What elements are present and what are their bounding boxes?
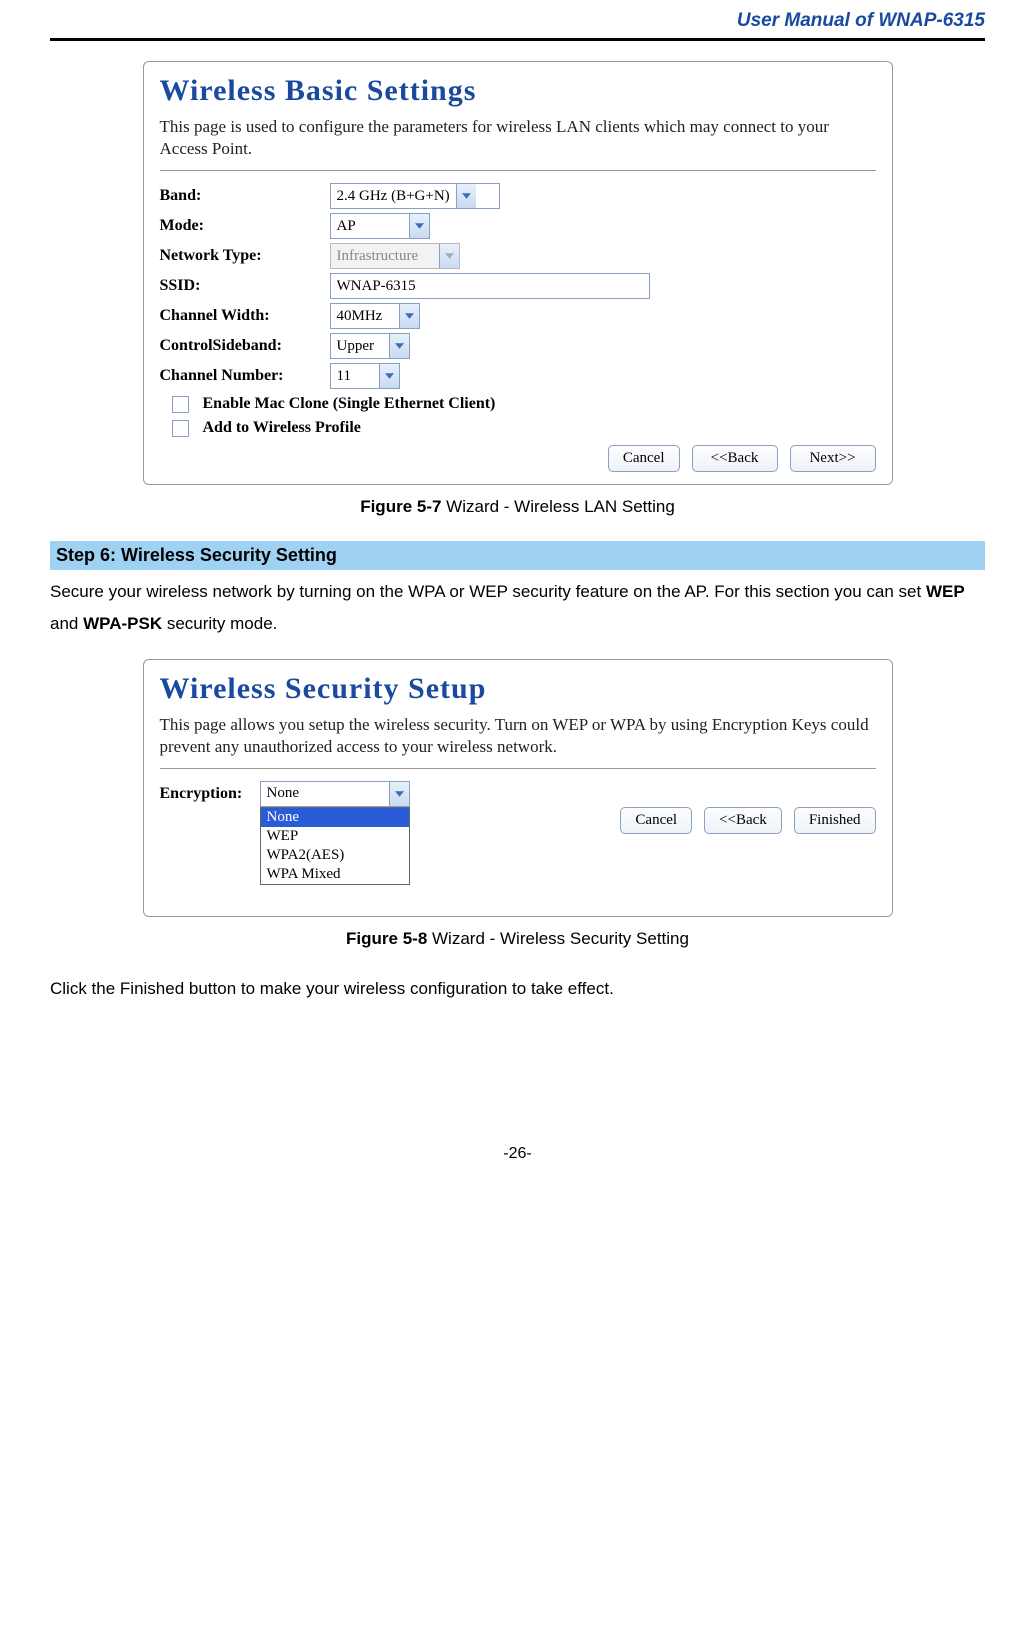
wireless-basic-settings-panel: Wireless Basic Settings This page is use… <box>143 61 893 485</box>
figure-5-8-caption: Figure 5-8 Wizard - Wireless Security Se… <box>50 929 985 949</box>
panel-description: This page allows you setup the wireless … <box>160 714 876 758</box>
t: WPA-PSK <box>83 614 162 633</box>
separator <box>160 768 876 769</box>
cancel-button[interactable]: Cancel <box>608 445 680 472</box>
chevron-down-icon <box>439 244 459 268</box>
ssid-label: SSID: <box>160 277 330 295</box>
encryption-option-wpamixed[interactable]: WPA Mixed <box>261 865 409 884</box>
caption-text: Wizard - Wireless LAN Setting <box>441 497 674 516</box>
mode-row: Mode: AP <box>160 213 876 239</box>
page-header: User Manual of WNAP-6315 <box>50 0 985 41</box>
band-select[interactable]: 2.4 GHz (B+G+N) <box>330 183 500 209</box>
mode-select[interactable]: AP <box>330 213 430 239</box>
t: and <box>50 614 83 633</box>
closing-text: Click the Finished button to make your w… <box>50 973 985 1005</box>
encryption-label: Encryption: <box>160 781 260 803</box>
button-row: Cancel <<Back Next>> <box>160 445 876 472</box>
step-6-heading: Step 6: Wireless Security Setting <box>50 541 985 570</box>
band-label: Band: <box>160 187 330 205</box>
button-row: Cancel <<Back Finished <box>410 807 876 834</box>
separator <box>160 170 876 171</box>
ssid-input[interactable] <box>330 273 650 299</box>
mac-clone-checkbox[interactable] <box>172 396 189 413</box>
chevron-down-icon <box>389 782 409 806</box>
figure-5-7-caption: Figure 5-7 Wizard - Wireless LAN Setting <box>50 497 985 517</box>
chevron-down-icon <box>409 214 429 238</box>
panel-title: Wireless Basic Settings <box>160 74 876 108</box>
add-profile-row: Add to Wireless Profile <box>172 419 876 437</box>
network-type-row: Network Type: Infrastructure <box>160 243 876 269</box>
control-sideband-label: ControlSideband: <box>160 337 330 355</box>
chevron-down-icon <box>456 184 476 208</box>
t: security mode. <box>162 614 277 633</box>
caption-bold: Figure 5-7 <box>360 497 441 516</box>
finished-button[interactable]: Finished <box>794 807 876 834</box>
encryption-option-wpa2aes[interactable]: WPA2(AES) <box>261 846 409 865</box>
encryption-option-none[interactable]: None <box>261 808 409 827</box>
network-type-value: Infrastructure <box>337 248 433 265</box>
step-6-body: Secure your wireless network by turning … <box>50 576 985 641</box>
channel-number-row: Channel Number: 11 <box>160 363 876 389</box>
channel-width-label: Channel Width: <box>160 307 330 325</box>
channel-number-label: Channel Number: <box>160 367 330 385</box>
encryption-option-wep[interactable]: WEP <box>261 827 409 846</box>
mac-clone-row: Enable Mac Clone (Single Ethernet Client… <box>172 395 876 413</box>
ssid-row: SSID: <box>160 273 876 299</box>
network-type-label: Network Type: <box>160 247 330 265</box>
control-sideband-select[interactable]: Upper <box>330 333 410 359</box>
encryption-dropdown-list: None WEP WPA2(AES) WPA Mixed <box>260 807 410 885</box>
add-profile-checkbox[interactable] <box>172 420 189 437</box>
wireless-security-setup-panel: Wireless Security Setup This page allows… <box>143 659 893 917</box>
back-button[interactable]: <<Back <box>704 807 782 834</box>
page-number: -26- <box>50 1145 985 1163</box>
network-type-select: Infrastructure <box>330 243 460 269</box>
mode-value: AP <box>337 218 403 235</box>
chevron-down-icon <box>379 364 399 388</box>
panel-description: This page is used to configure the param… <box>160 116 876 160</box>
next-button[interactable]: Next>> <box>790 445 876 472</box>
encryption-value: None <box>267 785 383 802</box>
encryption-select-wrapper: None None WEP WPA2(AES) WPA Mixed <box>260 781 410 807</box>
band-row: Band: 2.4 GHz (B+G+N) <box>160 183 876 209</box>
mac-clone-label: Enable Mac Clone (Single Ethernet Client… <box>203 395 496 413</box>
t: Secure your wireless network by turning … <box>50 582 926 601</box>
band-value: 2.4 GHz (B+G+N) <box>337 188 450 205</box>
mode-label: Mode: <box>160 217 330 235</box>
back-button[interactable]: <<Back <box>692 445 778 472</box>
channel-width-row: Channel Width: 40MHz <box>160 303 876 329</box>
chevron-down-icon <box>399 304 419 328</box>
cancel-button[interactable]: Cancel <box>620 807 692 834</box>
channel-width-value: 40MHz <box>337 308 393 325</box>
encryption-select[interactable]: None <box>260 781 410 807</box>
control-sideband-row: ControlSideband: Upper <box>160 333 876 359</box>
caption-bold: Figure 5-8 <box>346 929 427 948</box>
panel-title: Wireless Security Setup <box>160 672 876 706</box>
channel-number-value: 11 <box>337 368 373 385</box>
add-profile-label: Add to Wireless Profile <box>203 419 361 437</box>
caption-text: Wizard - Wireless Security Setting <box>427 929 689 948</box>
control-sideband-value: Upper <box>337 338 383 355</box>
channel-width-select[interactable]: 40MHz <box>330 303 420 329</box>
channel-number-select[interactable]: 11 <box>330 363 400 389</box>
chevron-down-icon <box>389 334 409 358</box>
t: WEP <box>926 582 965 601</box>
